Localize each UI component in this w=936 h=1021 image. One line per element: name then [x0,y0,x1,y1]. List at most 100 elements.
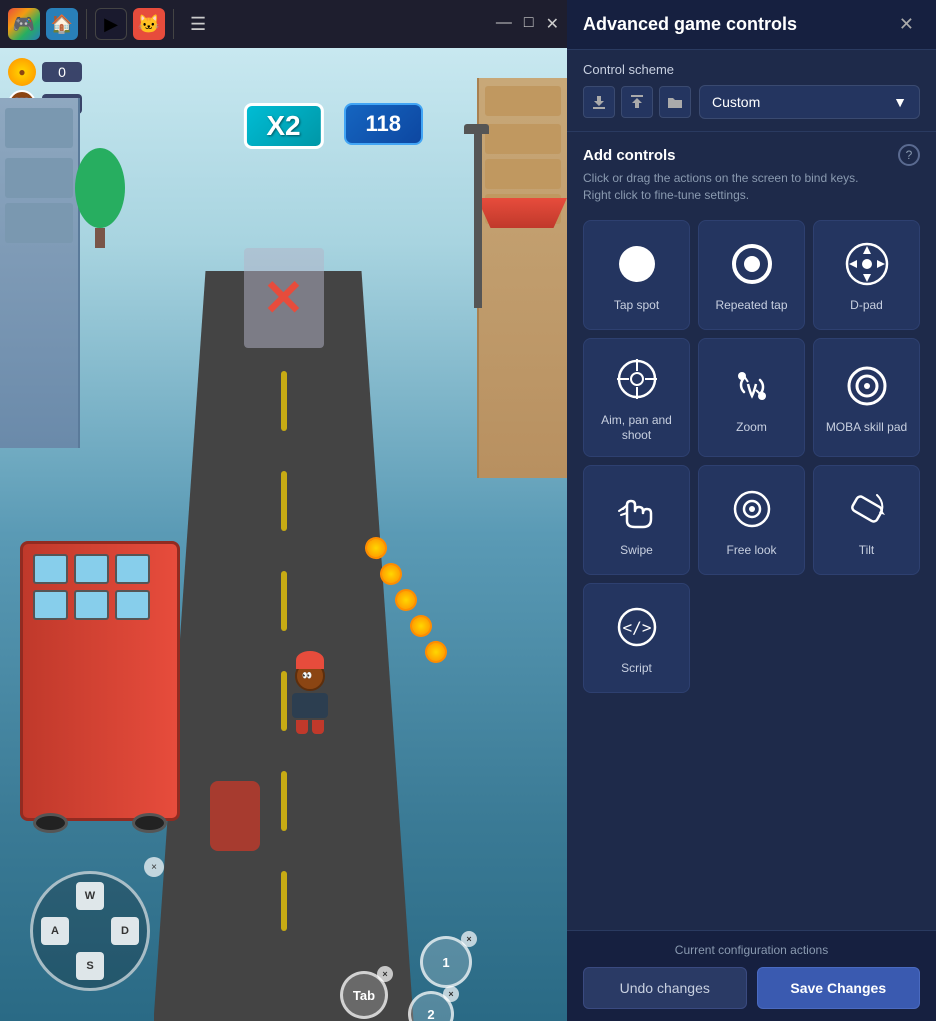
tree [75,148,125,248]
add-controls-title: Add controls [583,147,676,164]
coin [421,637,451,667]
tilt-icon [843,485,891,533]
d-pad-card[interactable]: D-pad [813,220,920,330]
add-controls-section: Add controls ? Click or drag the actions… [567,132,936,930]
scheme-row: Custom ▼ [583,85,920,119]
footer-buttons: Undo changes Save Changes [583,967,920,1009]
zoom-card[interactable]: Zoom [698,338,805,457]
s-key[interactable]: S [76,952,104,980]
aim-pan-shoot-card[interactable]: Aim, pan and shoot [583,338,690,457]
tilt-label: Tilt [859,543,875,559]
free-look-icon [728,485,776,533]
script-label: Script [621,661,652,677]
char-torso [292,693,328,718]
scheme-dropdown[interactable]: Custom ▼ [699,85,920,119]
scheme-icons [583,86,691,118]
undo-changes-button[interactable]: Undo changes [583,967,747,1009]
save-changes-button[interactable]: Save Changes [757,967,921,1009]
wasd-close-button[interactable]: × [144,857,164,877]
advanced-controls-panel: Advanced game controls ✕ Control scheme [567,0,936,1021]
bus-window [33,554,68,584]
tab-close-button[interactable]: × [377,966,393,982]
add-controls-header: Add controls ? [583,144,920,166]
tap-2-button[interactable]: 2 × [408,991,454,1021]
building-right [477,78,567,478]
save-scheme-button[interactable] [583,86,615,118]
tap-spot-icon [613,240,661,288]
coin-icon: ● [8,58,36,86]
moba-skill-pad-icon [843,362,891,410]
zoom-label: Zoom [736,420,767,436]
tap-1-close-button[interactable]: × [461,931,477,947]
score-display: 118 [344,103,424,145]
aim-pan-shoot-icon [613,355,661,403]
tap-2-close-button[interactable]: × [443,986,459,1002]
tap-spot-card[interactable]: Tap spot [583,220,690,330]
zoom-icon [728,362,776,410]
panel-footer: Current configuration actions Undo chang… [567,930,936,1021]
tap-2-label: 2 [427,1007,434,1021]
game-canvas: ● 0 🐻 0 X2 118 ⏸ [0,48,567,1021]
control-scheme-label: Control scheme [583,62,920,77]
tap-1-button[interactable]: 1 × [420,936,472,988]
tree-trunk [95,228,105,248]
script-icon: </> [613,603,661,651]
aim-pan-shoot-label: Aim, pan and shoot [592,413,681,444]
game-icon[interactable]: 🐱 [133,8,165,40]
panel-title: Advanced game controls [583,14,797,35]
close-button[interactable]: ✕ [546,14,559,34]
wasd-control: × W A D S [30,871,150,991]
char-head: 👀 [295,661,325,691]
add-controls-description: Click or drag the actions on the screen … [583,170,920,204]
repeated-tap-card[interactable]: Repeated tap [698,220,805,330]
obstacle: ✕ [244,248,324,348]
char-leg-right [312,720,324,734]
bus-windows [23,544,177,630]
panel-close-button[interactable]: ✕ [893,12,920,37]
title-bar: 🎮 🏠 ▶ 🐱 ☰ — □ ✕ [0,0,567,48]
folder-scheme-button[interactable] [659,86,691,118]
game-area: 🎮 🏠 ▶ 🐱 ☰ — □ ✕ ● 0 🐻 0 X2 118 [0,0,567,1021]
scheme-value: Custom [712,94,760,110]
w-key[interactable]: W [76,882,104,910]
bus-window [74,554,109,584]
multiplier-badge: X2 [243,103,323,149]
tab-button[interactable]: Tab × [340,971,388,1019]
char-legs [285,720,335,734]
hamburger-menu[interactable]: ☰ [182,10,214,39]
free-look-card[interactable]: Free look [698,465,805,575]
lamp-head [464,124,489,134]
tree-top [75,148,125,228]
maximize-button[interactable]: □ [524,14,534,34]
bluestacks-icon[interactable]: 🎮 [8,8,40,40]
help-icon-button[interactable]: ? [898,144,920,166]
divider [173,9,174,39]
moba-skill-pad-label: MOBA skill pad [826,420,907,436]
moba-skill-pad-card[interactable]: MOBA skill pad [813,338,920,457]
d-key[interactable]: D [111,917,139,945]
char-leg-left [296,720,308,734]
minimize-button[interactable]: — [496,14,512,34]
swipe-label: Swipe [620,543,653,559]
awning [477,198,567,228]
script-card[interactable]: </> Script [583,583,690,693]
swipe-card[interactable]: Swipe [583,465,690,575]
window-controls: — □ ✕ [496,14,559,34]
street-lamp [474,128,482,308]
fallen-character [210,781,260,851]
a-key[interactable]: A [41,917,69,945]
wasd-ring: W A D S [30,871,150,991]
bus-window [115,554,150,584]
tap-1-label: 1 [442,955,449,970]
free-look-label: Free look [726,543,776,559]
tilt-card[interactable]: Tilt [813,465,920,575]
repeated-tap-label: Repeated tap [715,298,787,314]
config-label: Current configuration actions [583,943,920,957]
coin [406,611,436,641]
road [154,271,414,1021]
home-icon[interactable]: 🏠 [46,8,78,40]
divider [86,9,87,39]
play-store-icon[interactable]: ▶ [95,8,127,40]
coin [391,585,421,615]
export-scheme-button[interactable] [621,86,653,118]
